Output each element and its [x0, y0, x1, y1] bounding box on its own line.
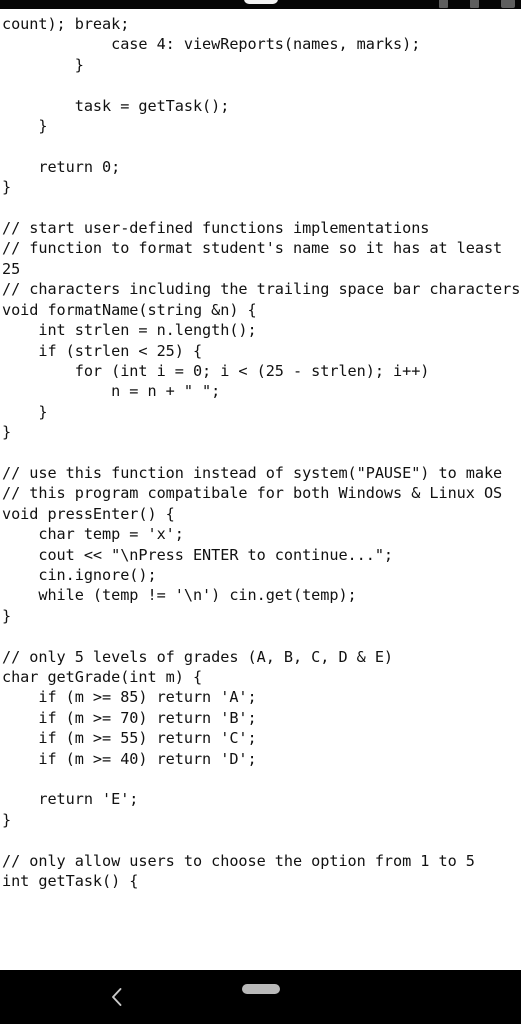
code-text[interactable]: count); break; case 4: viewReports(names…: [0, 9, 521, 891]
home-pill-indicator[interactable]: [241, 984, 280, 994]
chevron-left-icon: [107, 985, 127, 1009]
status-bar: [0, 0, 521, 9]
back-button[interactable]: [100, 980, 134, 1014]
signal-icon: [439, 0, 448, 8]
status-bar-icons: [439, 0, 515, 8]
camera-cutout-icon: [243, 0, 278, 4]
app-root: count); break; case 4: viewReports(names…: [0, 0, 521, 1024]
code-viewer[interactable]: count); break; case 4: viewReports(names…: [0, 9, 521, 970]
navigation-bar: [0, 970, 521, 1024]
wifi-icon: [470, 0, 479, 8]
battery-icon: [501, 0, 515, 8]
